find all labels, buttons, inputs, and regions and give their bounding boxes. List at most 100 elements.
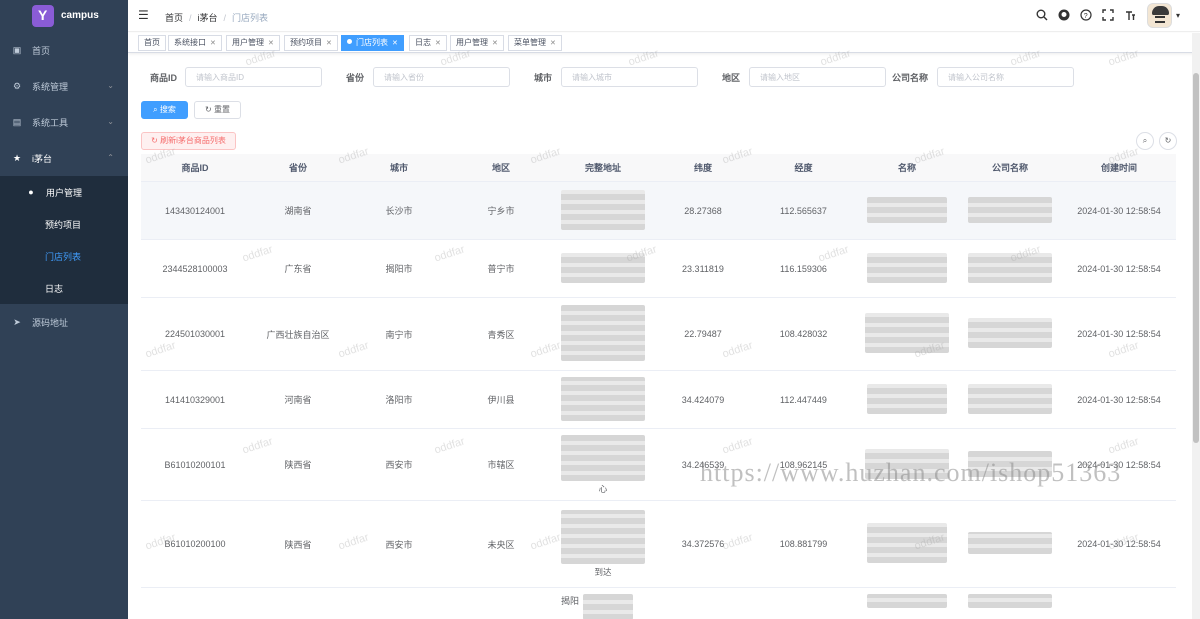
star-icon: ★ <box>12 153 22 163</box>
close-icon[interactable]: ✕ <box>326 40 332 47</box>
logo[interactable]: campus <box>0 0 128 32</box>
reset-button[interactable]: ↻ 重置 <box>194 101 241 119</box>
scrollbar-thumb[interactable] <box>1193 73 1199 443</box>
search-icon: ⌕ <box>1142 136 1148 145</box>
cell-province: 广西壮族自治区 <box>266 329 330 340</box>
search-button[interactable]: ⌕ 搜索 <box>141 101 188 119</box>
tag-user-management-2[interactable]: 用户管理 ✕ <box>450 35 504 51</box>
tag-menu-management[interactable]: 菜单管理 ✕ <box>508 35 562 51</box>
sidebar-item-tools[interactable]: ▤ 系统工具 ⌄ <box>0 104 128 140</box>
cell-company <box>958 450 1062 479</box>
cell-company <box>958 383 1062 416</box>
question-icon[interactable]: ? <box>1079 8 1093 23</box>
vertical-scrollbar[interactable] <box>1192 33 1200 619</box>
tag-log[interactable]: 日志 ✕ <box>409 35 447 51</box>
sidebar: campus ▣ 首页 ⚙ 系统管理 ⌄ ▤ 系统工具 ⌄ ★ i茅台 ⌃ ● … <box>0 0 128 619</box>
sidebar-item-label: i茅台 <box>32 153 52 164</box>
chevron-down-icon: ⌄ <box>107 81 114 90</box>
cell-address: 揭阳 <box>551 594 655 619</box>
send-icon: ➤ <box>13 317 21 327</box>
sidebar-item-log[interactable]: 日志 <box>0 272 128 304</box>
address-text: 揭阳 <box>561 596 580 606</box>
cell-name <box>856 313 958 355</box>
close-icon[interactable]: ✕ <box>392 40 398 47</box>
caret-down-icon[interactable]: ▾ <box>1176 11 1180 20</box>
city-input[interactable] <box>561 67 698 87</box>
sidebar-item-source[interactable]: ➤ 源码地址 <box>0 304 128 340</box>
table-row[interactable]: B61010200101 陕西省 西安市 市辖区 心 34.246539 108… <box>141 429 1176 501</box>
cell-product-id: 224501030001 <box>164 329 226 339</box>
close-icon[interactable]: ✕ <box>210 40 216 47</box>
chevron-up-icon: ⌃ <box>107 153 114 162</box>
cell-name <box>856 594 958 610</box>
font-size-icon[interactable] <box>1123 9 1137 23</box>
cell-created-time: 2024-01-30 12:58:54 <box>1077 539 1161 549</box>
hamburger-icon[interactable]: ☰ <box>138 9 150 21</box>
cell-district: 青秀区 <box>487 329 515 340</box>
cell-city: 南宁市 <box>385 329 413 340</box>
close-icon[interactable]: ✕ <box>268 40 274 47</box>
sidebar-item-label: 首页 <box>32 45 51 56</box>
fullscreen-icon[interactable] <box>1101 8 1115 23</box>
cell-product-id: 141410329001 <box>164 394 226 405</box>
province-input[interactable] <box>373 67 510 87</box>
github-icon[interactable] <box>1057 9 1071 23</box>
close-icon[interactable]: ✕ <box>492 40 498 47</box>
table-row[interactable]: 141410329001 河南省 洛阳市 伊川县 34.424079 112.4… <box>141 371 1176 429</box>
product-id-label: 商品ID <box>150 73 178 83</box>
avatar[interactable] <box>1146 3 1172 28</box>
product-id-input[interactable] <box>185 67 322 87</box>
tag-reservation[interactable]: 预约项目 ✕ <box>284 35 338 51</box>
tag-label: 首页 <box>144 38 160 47</box>
breadcrumb-item[interactable]: 首页 <box>165 13 183 23</box>
cell-longitude: 108.428032 <box>779 329 828 339</box>
cell-address <box>551 252 655 285</box>
cell-product-id: 2344528100003 <box>162 263 228 274</box>
cell-province: 河南省 <box>284 395 312 405</box>
table-row[interactable]: 143430124001 湖南省 长沙市 宁乡市 28.27368 112.56… <box>141 182 1176 240</box>
tag-label: 日志 <box>415 38 431 47</box>
close-icon[interactable]: ✕ <box>550 40 556 47</box>
company-name-input[interactable] <box>937 67 1074 87</box>
tag-label: 菜单管理 <box>514 38 546 47</box>
tag-label: 预约项目 <box>290 38 322 47</box>
cell-created-time: 2024-01-30 12:58:54 <box>1077 329 1161 339</box>
table-row[interactable]: 揭阳 <box>141 588 1176 619</box>
tag-system-api[interactable]: 系统接口 ✕ <box>168 35 222 51</box>
sidebar-item-store-list[interactable]: 门店列表 <box>0 240 128 272</box>
cell-name <box>856 252 958 285</box>
cell-latitude: 34.372576 <box>681 539 725 549</box>
breadcrumb-item[interactable]: i茅台 <box>198 13 218 23</box>
cell-latitude: 34.246539 <box>681 459 725 470</box>
dashboard-icon: ▣ <box>12 45 22 55</box>
table-row[interactable]: 224501030001 广西壮族自治区 南宁市 青秀区 22.79487 10… <box>141 298 1176 371</box>
district-label: 地区 <box>722 73 741 83</box>
table-row[interactable]: B61010200100 陕西省 西安市 未央区 到达 34.372576 10… <box>141 501 1176 588</box>
cell-name <box>856 196 958 225</box>
column-header: 纬度 <box>693 163 712 173</box>
column-header: 名称 <box>897 163 916 173</box>
sidebar-item-user-management[interactable]: ● 用户管理 <box>0 176 128 208</box>
cell-address <box>551 189 655 232</box>
tag-store-list[interactable]: 门店列表 ✕ <box>341 35 404 51</box>
company-name-label: 公司名称 <box>892 73 929 83</box>
tag-label: 门店列表 <box>356 38 388 47</box>
tag-user-management[interactable]: 用户管理 ✕ <box>226 35 280 51</box>
tag-home[interactable]: 首页 <box>138 35 166 51</box>
search-icon: ⌕ <box>153 105 160 114</box>
sidebar-item-system[interactable]: ⚙ 系统管理 ⌄ <box>0 68 128 104</box>
close-icon[interactable]: ✕ <box>435 40 441 47</box>
sidebar-item-reservation[interactable]: 预约项目 <box>0 208 128 240</box>
search-icon[interactable] <box>1035 9 1049 23</box>
refresh-products-button[interactable]: ↻ 刷新i茅台商品列表 <box>141 132 236 150</box>
table-row[interactable]: 2344528100003 广东省 揭阳市 普宁市 23.311819 116.… <box>141 240 1176 298</box>
breadcrumb-item: 门店列表 <box>232 13 269 23</box>
navbar: ☰ 首页 / i茅台 / 门店列表 ? ▾ <box>128 0 1200 32</box>
cell-name <box>856 448 958 481</box>
cell-company <box>958 532 1062 556</box>
sidebar-item-moutai[interactable]: ★ i茅台 ⌃ <box>0 140 128 176</box>
sidebar-item-home[interactable]: ▣ 首页 <box>0 32 128 68</box>
refresh-table-button[interactable]: ↻ <box>1159 132 1177 150</box>
district-input[interactable] <box>749 67 886 87</box>
toggle-search-button[interactable]: ⌕ <box>1136 132 1154 150</box>
